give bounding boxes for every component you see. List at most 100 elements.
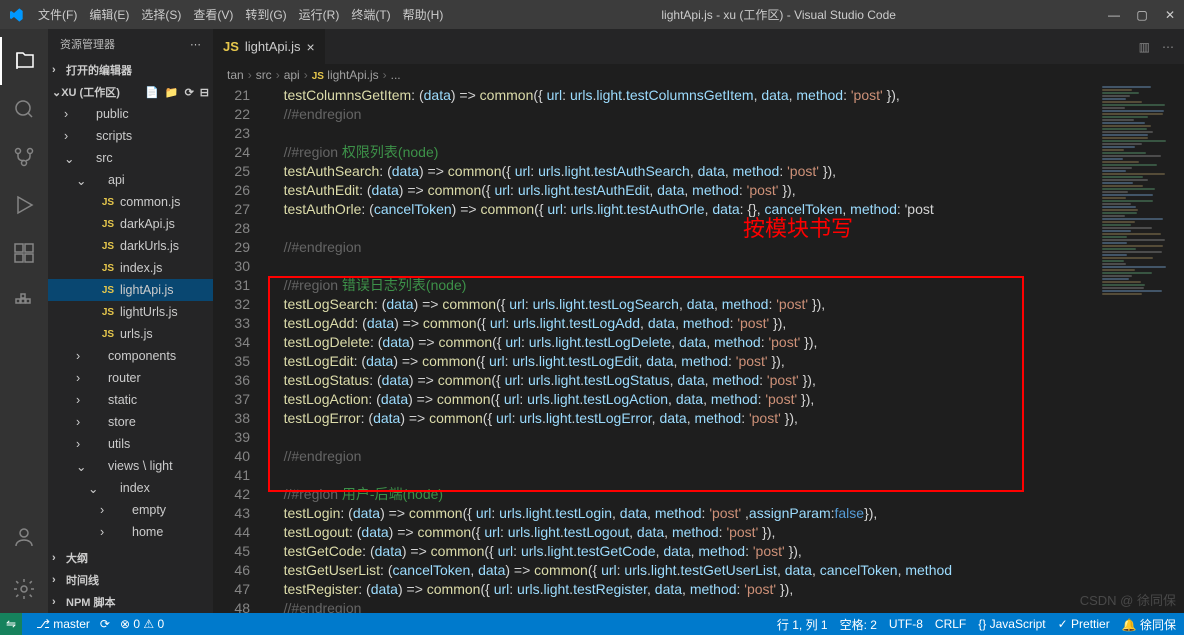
code-line[interactable]: testGetCode: (data) => common({ url: url… [268, 542, 1184, 561]
code-line[interactable] [268, 124, 1184, 143]
docker-icon[interactable] [0, 277, 48, 325]
tree-item[interactable]: ›components [48, 345, 213, 367]
new-file-icon[interactable]: 📄 [145, 86, 159, 99]
code-line[interactable]: testAuthOrle: (cancelToken) => common({ … [268, 200, 1184, 219]
npm-section[interactable]: ›NPM 脚本 [48, 591, 213, 613]
tree-item[interactable]: JSdarkUrls.js [48, 235, 213, 257]
tree-item[interactable]: ›router [48, 367, 213, 389]
explorer-icon[interactable] [0, 37, 48, 85]
code-editor[interactable]: 2122232425262728293031323334353637383940… [213, 86, 1184, 613]
breadcrumb-item[interactable]: api [284, 68, 300, 82]
tree-item[interactable]: ⌄api [48, 169, 213, 191]
code-line[interactable] [268, 466, 1184, 485]
code-line[interactable]: testLogAction: (data) => common({ url: u… [268, 390, 1184, 409]
code-line[interactable]: testLogError: (data) => common({ url: ur… [268, 409, 1184, 428]
menu-item[interactable]: 运行(R) [293, 8, 346, 22]
search-icon[interactable] [0, 85, 48, 133]
split-editor-icon[interactable]: ▥ [1139, 40, 1150, 54]
code-line[interactable]: testGetUserList: (cancelToken, data) => … [268, 561, 1184, 580]
tree-item[interactable]: ›utils [48, 433, 213, 455]
tree-item[interactable]: JSindex.js [48, 257, 213, 279]
maximize-button[interactable]: ▢ [1136, 8, 1148, 22]
menu-item[interactable]: 编辑(E) [83, 8, 135, 22]
run-debug-icon[interactable] [0, 181, 48, 229]
sync-button[interactable]: ⟳ [100, 617, 110, 631]
code-line[interactable]: testLogout: (data) => common({ url: urls… [268, 523, 1184, 542]
tree-item[interactable]: ⌄views \ light [48, 455, 213, 477]
tree-item[interactable]: JSlightUrls.js [48, 301, 213, 323]
code-line[interactable]: testLogDelete: (data) => common({ url: u… [268, 333, 1184, 352]
timeline-section[interactable]: ›时间线 [48, 569, 213, 591]
code-line[interactable]: testAuthEdit: (data) => common({ url: ur… [268, 181, 1184, 200]
refresh-icon[interactable]: ⟳ [185, 86, 194, 99]
tree-item[interactable]: ›public [48, 103, 213, 125]
code-line[interactable]: testLogin: (data) => common({ url: urls.… [268, 504, 1184, 523]
tree-item[interactable]: ⌄index [48, 477, 213, 499]
language-mode[interactable]: {} JavaScript [978, 617, 1045, 631]
settings-gear-icon[interactable] [0, 565, 48, 613]
breadcrumb-item[interactable]: src [256, 68, 272, 82]
menu-item[interactable]: 帮助(H) [397, 8, 450, 22]
minimap[interactable] [1102, 86, 1172, 586]
code-line[interactable]: testLogAdd: (data) => common({ url: urls… [268, 314, 1184, 333]
tree-item[interactable]: ›empty [48, 499, 213, 521]
tab-lightapi[interactable]: JS lightApi.js × [213, 29, 326, 64]
code-line[interactable] [268, 428, 1184, 447]
code-line[interactable]: //#region 用户-后端(node) [268, 485, 1184, 504]
code-line[interactable]: testColumnsGetItem: (data) => common({ u… [268, 86, 1184, 105]
extensions-icon[interactable] [0, 229, 48, 277]
more-actions-icon[interactable]: ⋯ [190, 38, 201, 51]
tree-item[interactable]: JSurls.js [48, 323, 213, 345]
indentation[interactable]: 空格: 2 [840, 616, 877, 633]
code-line[interactable]: testLogStatus: (data) => common({ url: u… [268, 371, 1184, 390]
menu-item[interactable]: 转到(G) [239, 8, 292, 22]
account-icon[interactable] [0, 513, 48, 561]
code-line[interactable]: //#endregion [268, 238, 1184, 257]
branch-button[interactable]: ⎇ master [36, 617, 90, 631]
code-line[interactable]: testLogSearch: (data) => common({ url: u… [268, 295, 1184, 314]
problems-button[interactable]: ⊗ 0 ⚠ 0 [120, 617, 164, 631]
cursor-position[interactable]: 行 1, 列 1 [777, 616, 828, 633]
code-line[interactable]: //#region 错误日志列表(node) [268, 276, 1184, 295]
source-control-icon[interactable] [0, 133, 48, 181]
open-editors-section[interactable]: ›打开的编辑器 [48, 59, 213, 81]
breadcrumb-item[interactable]: ... [391, 68, 401, 82]
code-line[interactable]: //#endregion [268, 105, 1184, 124]
code-line[interactable]: testLogEdit: (data) => common({ url: url… [268, 352, 1184, 371]
code-line[interactable] [268, 257, 1184, 276]
tree-item[interactable]: ›scripts [48, 125, 213, 147]
eol[interactable]: CRLF [935, 617, 966, 631]
remote-button[interactable]: ⇋ [0, 613, 22, 635]
more-editor-icon[interactable]: ⋯ [1162, 40, 1174, 54]
tree-item[interactable]: JScommon.js [48, 191, 213, 213]
tree-item[interactable]: JSlightApi.js [48, 279, 213, 301]
close-button[interactable]: ✕ [1164, 8, 1176, 22]
new-folder-icon[interactable]: 📁 [165, 86, 179, 99]
breadcrumb[interactable]: tan›src›api›JS lightApi.js›... [213, 64, 1184, 86]
tree-item[interactable]: JSdarkApi.js [48, 213, 213, 235]
tree-item[interactable]: ⌄src [48, 147, 213, 169]
code-line[interactable]: //#region 权限列表(node) [268, 143, 1184, 162]
workspace-section[interactable]: ⌄XU (工作区) 📄 📁 ⟳ ⊟ [48, 81, 213, 103]
minimize-button[interactable]: — [1108, 8, 1120, 22]
breadcrumb-item[interactable]: tan [227, 68, 244, 82]
encoding[interactable]: UTF-8 [889, 617, 923, 631]
breadcrumb-item[interactable]: JS lightApi.js [312, 68, 379, 82]
code-content[interactable]: testColumnsGetItem: (data) => common({ u… [268, 86, 1184, 613]
code-line[interactable]: //#endregion [268, 599, 1184, 613]
close-tab-icon[interactable]: × [307, 39, 315, 55]
code-line[interactable]: testAuthSearch: (data) => common({ url: … [268, 162, 1184, 181]
prettier-button[interactable]: ✓ Prettier [1058, 617, 1110, 631]
tree-item[interactable]: ›store [48, 411, 213, 433]
menu-item[interactable]: 查看(V) [187, 8, 239, 22]
menu-item[interactable]: 文件(F) [32, 8, 83, 22]
code-line[interactable]: //#endregion [268, 447, 1184, 466]
tree-item[interactable]: ›home [48, 521, 213, 543]
collapse-icon[interactable]: ⊟ [200, 86, 209, 99]
menu-item[interactable]: 终端(T) [345, 8, 396, 22]
notifications-button[interactable]: 🔔 徐同保 [1122, 616, 1176, 633]
outline-section[interactable]: ›大纲 [48, 547, 213, 569]
menu-item[interactable]: 选择(S) [135, 8, 187, 22]
code-line[interactable]: testRegister: (data) => common({ url: ur… [268, 580, 1184, 599]
tree-item[interactable]: ›static [48, 389, 213, 411]
